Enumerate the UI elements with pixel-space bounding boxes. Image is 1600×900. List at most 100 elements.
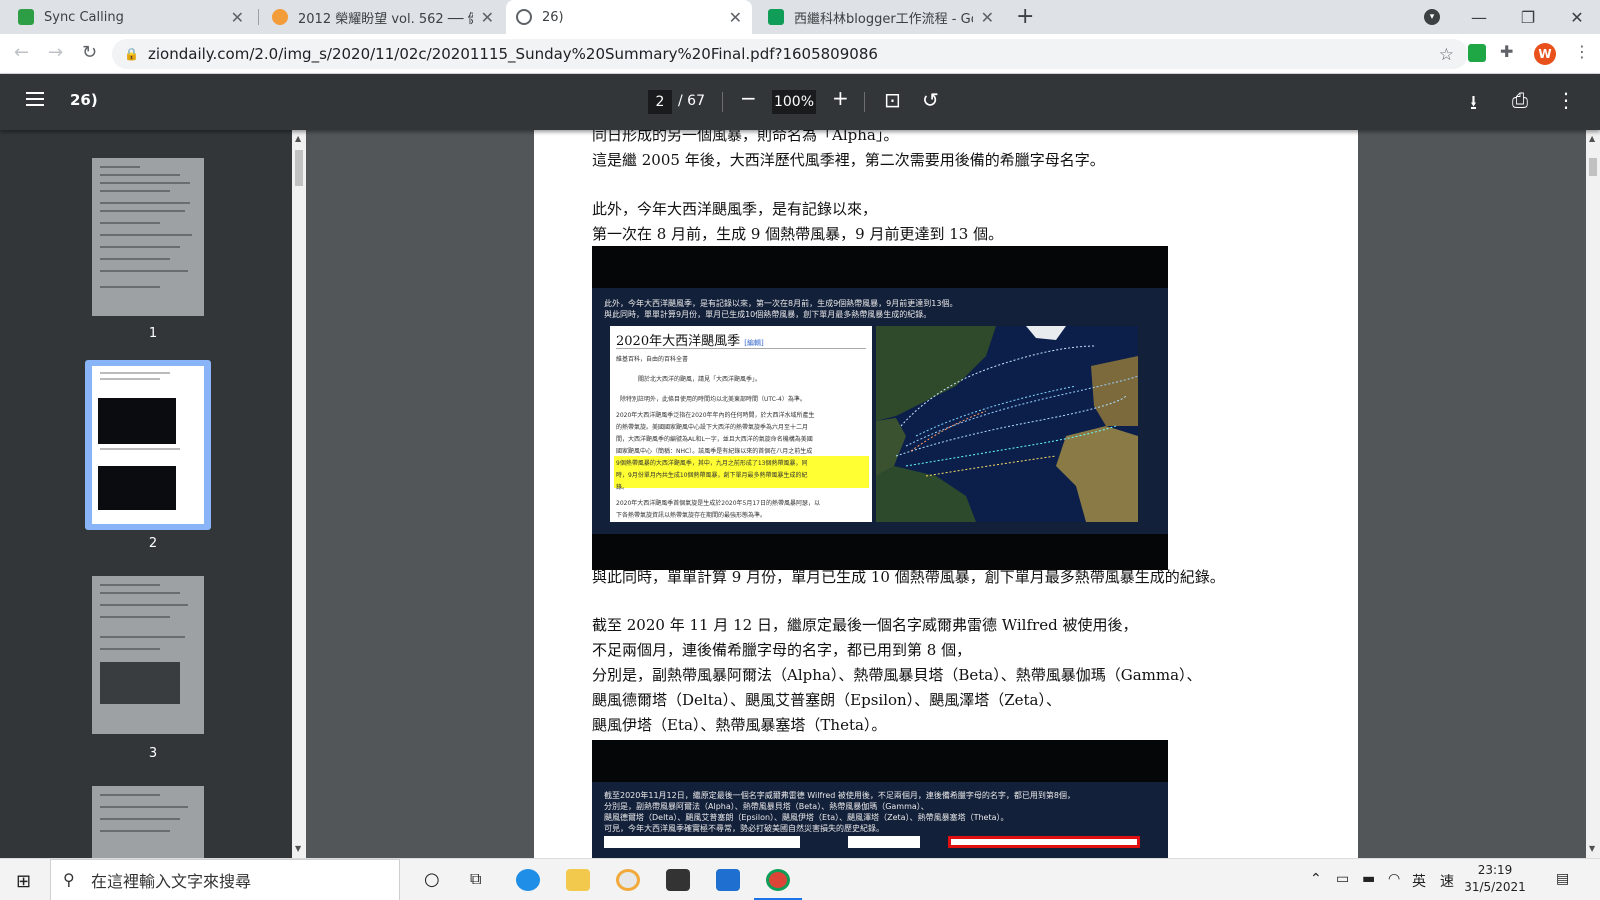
rotate-icon[interactable]: ↺ (922, 88, 939, 112)
task-view-icon[interactable]: ⧉ (470, 869, 481, 889)
thumbnail-page-2[interactable] (92, 366, 204, 524)
new-tab-button[interactable]: + (1016, 4, 1034, 29)
close-window-button[interactable]: ✕ (1554, 0, 1600, 34)
hamburger-menu-icon[interactable] (26, 92, 44, 110)
wiki-paragraph: 國家颶風中心（簡稱：NHC）。該風季是有紀錄以來的首個在八月之前生成 (616, 448, 813, 455)
screenshot-caption: 此外，今年大西洋颶風季，是有記錄以來，第一次在8月前，生成9個熱帶風暴，9月前更… (604, 299, 958, 308)
zoom-out-icon[interactable]: − (740, 86, 757, 110)
tab-search-icon[interactable]: ▾ (1424, 9, 1440, 25)
doc-line: 不足兩個月，連後備希臘字母的名字，都已用到第 8 個， (592, 641, 972, 659)
doc-line: 分別是，副熱帶風暴阿爾法（Alpha）、熱帶風暴貝塔（Beta）、熱帶風暴伽瑪（… (592, 666, 1202, 684)
battery-icon[interactable]: ▬ (1362, 871, 1375, 887)
file-explorer-icon[interactable] (566, 869, 590, 891)
pdf-more-icon[interactable]: ⋮ (1556, 88, 1576, 112)
back-arrow-icon[interactable]: ← (14, 42, 29, 63)
print-icon[interactable]: ⎙ (1512, 88, 1528, 112)
tab-pdf-active[interactable]: 26) ✕ (506, 0, 752, 34)
extensions-puzzle-icon[interactable]: ✚ (1500, 42, 1518, 61)
tab-strip: Sync Calling ✕ 2012 榮耀盼望 vol. 562 ── 健康 … (0, 0, 1600, 34)
embedded-screenshot-1: 此外，今年大西洋颶風季，是有記錄以來，第一次在8月前，生成9個熱帶風暴，9月前更… (592, 246, 1168, 570)
close-tab-icon[interactable]: ✕ (729, 8, 742, 27)
address-bar[interactable]: 🔒 ziondaily.com/2.0/img_s/2020/11/02c/20… (112, 39, 1468, 69)
taskbar-search-box[interactable]: ⚲ 在這裡輸入文字來搜尋 (50, 859, 400, 900)
clock-date: 31/5/2021 (1464, 880, 1526, 894)
maximize-button[interactable]: ❐ (1505, 0, 1551, 34)
pdf-toolbar: 26) 2 / 67 − 100% + ⊡ ↺ ⭳ ⎙ ⋮ (0, 74, 1600, 130)
doc-line: 颶風伊塔（Eta）、熱帶風暴塞塔（Theta）。 (592, 716, 887, 734)
thumbnail-label: 2 (148, 536, 158, 551)
browser-toolbar: ← → ↻ 🔒 ziondaily.com/2.0/img_s/2020/11/… (0, 34, 1600, 74)
tab-zion-daily[interactable]: 2012 榮耀盼望 vol. 562 ── 健康 ✕ (262, 0, 504, 34)
tray-device-icon[interactable]: ▭ (1336, 871, 1349, 887)
zoom-level-input[interactable]: 100% (772, 90, 816, 114)
minimize-button[interactable]: — (1456, 0, 1502, 34)
doc-line: 這是繼 2005 年後，大西洋歷代風季裡，第二次需要用後備的希臘字母名字。 (592, 151, 1105, 169)
wifi-icon[interactable]: ◠ (1388, 871, 1400, 887)
extension-check-icon[interactable] (1468, 44, 1486, 62)
taskbar-search-placeholder: 在這裡輸入文字來搜尋 (91, 872, 252, 891)
tray-overflow-icon[interactable]: ⌃ (1310, 871, 1322, 887)
wiki-notice: 除特別註明外，此條目使用的時間均以北美東部時間（UTC-4）為準。 (620, 396, 806, 403)
doc-line: 第一次在 8 月前，生成 9 個熱帶風暴，9 月前更達到 13 個。 (592, 225, 1004, 243)
mail-icon[interactable] (716, 869, 740, 891)
screenshot-caption: 分別是，副熱帶風暴阿爾法（Alpha）、熱帶風暴貝塔（Beta）、熱帶風暴伽瑪（… (604, 802, 929, 811)
browser-menu-icon[interactable]: ⋮ (1574, 42, 1590, 61)
close-tab-icon[interactable]: ✕ (981, 8, 994, 27)
tab-title: 2012 榮耀盼望 vol. 562 ── 健康 (298, 11, 473, 27)
wiki-highlight-text: 時，9月份單月內共生成10個熱帶風暴，創下單月最多熱帶風暴生成的紀 (616, 472, 808, 479)
bookmark-star-icon[interactable]: ☆ (1439, 45, 1454, 65)
wiki-paragraph: 間，大西洋颶風季的編號為AL和L一字，並且大西洋的氣旋命名機構為美國 (616, 436, 813, 443)
wiki-paragraph: 的熱帶氣旋。美國國家颶風中心設下大西洋的熱帶氣旋季為六月至十二月 (616, 424, 809, 431)
page-total: / 67 (678, 93, 705, 109)
viewer-scrollbar[interactable]: ▲ ▼ (1586, 130, 1600, 858)
sheets-favicon-icon (768, 9, 784, 25)
chrome-canary-icon[interactable] (616, 869, 640, 891)
wiki-paragraph: 下各熱帶氣旋資訊以熱帶氣旋存在期間的最強形態為準。 (616, 512, 767, 519)
zion-favicon-icon (272, 9, 288, 25)
screenshot-caption: 可見，今年大西洋風季確實極不尋常，勢必打破美國自然災害損失的歷史紀錄。 (604, 824, 884, 833)
page-number-input[interactable]: 2 (648, 90, 672, 114)
forward-arrow-icon[interactable]: → (48, 42, 63, 63)
doc-line: 同日形成的另一個風暴，則命名為「Alpha」。 (592, 130, 899, 144)
thumbnail-page-1[interactable] (92, 158, 204, 316)
wikipedia-panel: 2020年大西洋颶風季 [編輯] 維基百科，自由的百科全書 關於北大西洋的颶風，… (610, 326, 872, 522)
screenshot-caption: 與此同時，單單計算9月份，單月已生成10個熱帶風暴，創下單月最多熱帶風暴生成的紀… (604, 310, 932, 319)
taskbar-clock[interactable]: 23:19 31/5/2021 (1460, 862, 1530, 896)
tab-google-sheets[interactable]: 西繼科林blogger工作流程 - Goo ✕ (758, 0, 1004, 34)
thumbnail-page-3[interactable] (92, 576, 204, 734)
pdf-page: 同日形成的另一個風暴，則命名為「Alpha」。 這是繼 2005 年後，大西洋歷… (534, 130, 1358, 858)
tab-sync-calling[interactable]: Sync Calling ✕ (8, 0, 254, 34)
lock-icon: 🔒 (124, 47, 139, 61)
fit-page-icon[interactable]: ⊡ (884, 88, 901, 112)
profile-avatar[interactable]: W (1534, 43, 1556, 65)
zoom-in-icon[interactable]: + (832, 86, 849, 110)
screenshot-caption: 颶風德爾塔（Delta）、颶風艾普塞朗（Epsilon）、颶風伊塔（Eta）、颶… (604, 813, 1009, 822)
edge-icon[interactable] (516, 869, 540, 891)
wiki-highlight-text: 錄。 (616, 484, 629, 491)
cortana-icon[interactable]: ○ (424, 869, 440, 890)
close-tab-icon[interactable]: ✕ (231, 8, 244, 27)
doc-line: 颶風德爾塔（Delta）、颶風艾普塞朗（Epsilon）、颶風澤塔（Zeta）、 (592, 691, 1061, 709)
pdf-title: 26) (70, 91, 98, 109)
thumbnail-page-4[interactable] (92, 786, 204, 858)
toolbar-divider (864, 92, 865, 112)
windows-start-icon[interactable]: ⊞ (16, 871, 31, 892)
wiki-title: 2020年大西洋颶風季 [編輯] (616, 334, 764, 349)
ime-language[interactable]: 英 (1412, 871, 1426, 891)
pdf-viewer: 同日形成的另一個風暴，則命名為「Alpha」。 這是繼 2005 年後，大西洋歷… (306, 130, 1600, 858)
ime-mode[interactable]: 速 (1440, 871, 1454, 891)
download-icon[interactable]: ⭳ (1470, 88, 1477, 122)
tab-title: 西繼科林blogger工作流程 - Goo (794, 11, 973, 27)
chrome-icon[interactable] (766, 869, 790, 891)
hurricane-track-map (876, 326, 1138, 522)
sidebar-scrollbar[interactable]: ▲ ▼ (292, 130, 306, 858)
reload-icon[interactable]: ↻ (82, 42, 97, 63)
store-icon[interactable] (666, 869, 690, 891)
notification-icon[interactable]: ▤ (1556, 871, 1569, 887)
wiki-hatnote: 關於北大西洋的颶風，請見「大西洋颶風季」。 (638, 376, 762, 383)
tab-divider (258, 9, 259, 25)
close-tab-icon[interactable]: ✕ (481, 8, 494, 27)
thumbnail-image (98, 466, 176, 510)
wiki-subtitle: 維基百科，自由的百科全書 (616, 356, 689, 363)
toolbar-divider (722, 92, 723, 112)
